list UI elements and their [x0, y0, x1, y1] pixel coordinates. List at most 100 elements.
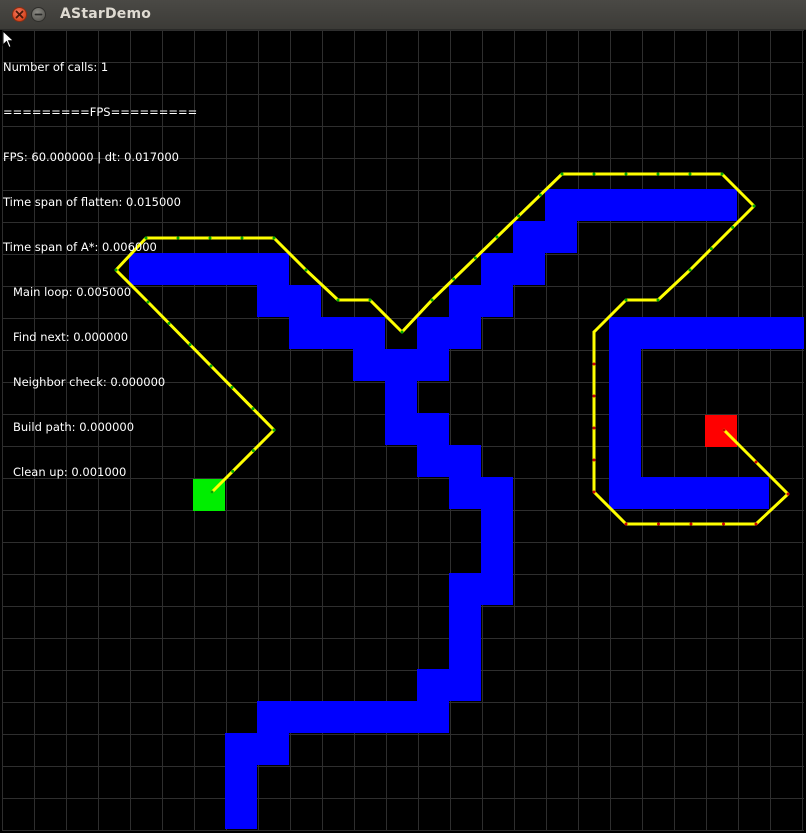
wall-cell	[481, 509, 513, 541]
path-node	[208, 236, 212, 240]
wall-cell	[513, 253, 545, 285]
wall-cell	[481, 541, 513, 573]
wall-cell	[737, 317, 769, 349]
wall-cell	[481, 285, 513, 317]
wall-cell	[481, 253, 513, 285]
path-node	[688, 268, 692, 272]
path-node	[592, 172, 596, 176]
wall-cell	[609, 349, 641, 381]
path-node	[272, 236, 276, 240]
path-node	[251, 449, 255, 453]
wall-cell	[673, 477, 705, 509]
wall-cell	[257, 285, 289, 317]
path-node	[592, 490, 596, 494]
build-path-text: Build path: 0.000000	[13, 420, 135, 434]
wall-cell	[449, 477, 481, 509]
wall-cell	[705, 477, 737, 509]
simulation-canvas[interactable]: Number of calls: 1 =========FPS=========…	[2, 30, 804, 831]
path-node	[209, 364, 213, 368]
path-node	[656, 172, 660, 176]
path-node	[754, 460, 758, 464]
wall-cell	[257, 701, 289, 733]
wall-cell	[225, 733, 257, 765]
clean-up-text: Clean up: 0.001000	[13, 465, 127, 479]
wall-cell	[449, 317, 481, 349]
wall-cell	[705, 189, 737, 221]
wall-cell	[545, 221, 577, 253]
path-node	[210, 490, 214, 494]
wall-cell	[449, 573, 481, 605]
find-next-text: Find next: 0.000000	[13, 330, 129, 344]
path-node	[538, 193, 542, 197]
close-button[interactable]	[12, 7, 27, 22]
path-node	[624, 298, 628, 302]
wall-cell	[289, 285, 321, 317]
calls-text: Number of calls: 1	[3, 60, 109, 74]
wall-cell	[289, 701, 321, 733]
wall-cell	[193, 253, 225, 285]
wall-cell	[353, 701, 385, 733]
wall-cell	[321, 701, 353, 733]
wall-cell	[385, 349, 417, 381]
wall-cell	[609, 445, 641, 477]
wall-cell	[481, 477, 513, 509]
path-node	[452, 277, 456, 281]
title-bar[interactable]: AStarDemo	[0, 0, 806, 30]
wall-cell	[609, 189, 641, 221]
wall-cell	[545, 189, 577, 221]
minimize-button[interactable]	[31, 7, 46, 22]
path-node	[722, 428, 726, 432]
wall-cell	[257, 733, 289, 765]
wall-cell	[801, 317, 804, 349]
wall-cell	[737, 477, 769, 509]
path-node	[592, 426, 596, 430]
path-node	[473, 256, 477, 260]
path-node	[731, 225, 735, 229]
wall-cell	[609, 317, 641, 349]
wall-cell	[673, 317, 705, 349]
wall-cell	[641, 189, 673, 221]
wall-cell	[673, 189, 705, 221]
wall-cell	[225, 253, 257, 285]
path-node	[689, 522, 693, 526]
path-node	[656, 298, 660, 302]
app-window: AStarDemo Number of calls: 1 =========FP…	[0, 0, 806, 833]
wall-cell	[609, 381, 641, 413]
wall-cell	[417, 413, 449, 445]
wall-cell	[257, 253, 289, 285]
path-node	[495, 235, 499, 239]
window-title: AStarDemo	[60, 6, 152, 22]
wall-cell	[225, 765, 257, 797]
wall-cell	[609, 477, 641, 509]
path-node	[722, 522, 725, 526]
wall-cell	[449, 285, 481, 317]
stats-overlay: Number of calls: 1 =========FPS=========…	[3, 30, 197, 510]
path-node	[240, 236, 244, 240]
path-node	[720, 172, 724, 176]
wall-cell	[321, 317, 353, 349]
path-node	[624, 172, 628, 176]
wall-cell	[449, 445, 481, 477]
path-node	[272, 428, 276, 432]
path-node	[517, 214, 521, 218]
path-node	[624, 522, 628, 526]
wall-cell	[353, 317, 385, 349]
wall-cell	[577, 189, 609, 221]
path-node	[592, 394, 596, 398]
wall-cell	[417, 445, 449, 477]
wall-cell	[385, 413, 417, 445]
wall-cell	[385, 381, 417, 413]
minimize-icon	[34, 13, 43, 16]
path-node	[231, 469, 235, 473]
path-node	[754, 522, 758, 526]
close-icon	[15, 10, 24, 19]
wall-cell	[641, 477, 673, 509]
path-node	[430, 298, 434, 302]
flatten-time-text: Time span of flatten: 0.015000	[3, 195, 181, 209]
wall-cell	[449, 669, 481, 701]
path-node	[592, 458, 596, 462]
path-node	[657, 522, 660, 526]
wall-cell	[481, 573, 513, 605]
fps-header-text: =========FPS=========	[3, 105, 198, 119]
path-node	[688, 172, 692, 176]
